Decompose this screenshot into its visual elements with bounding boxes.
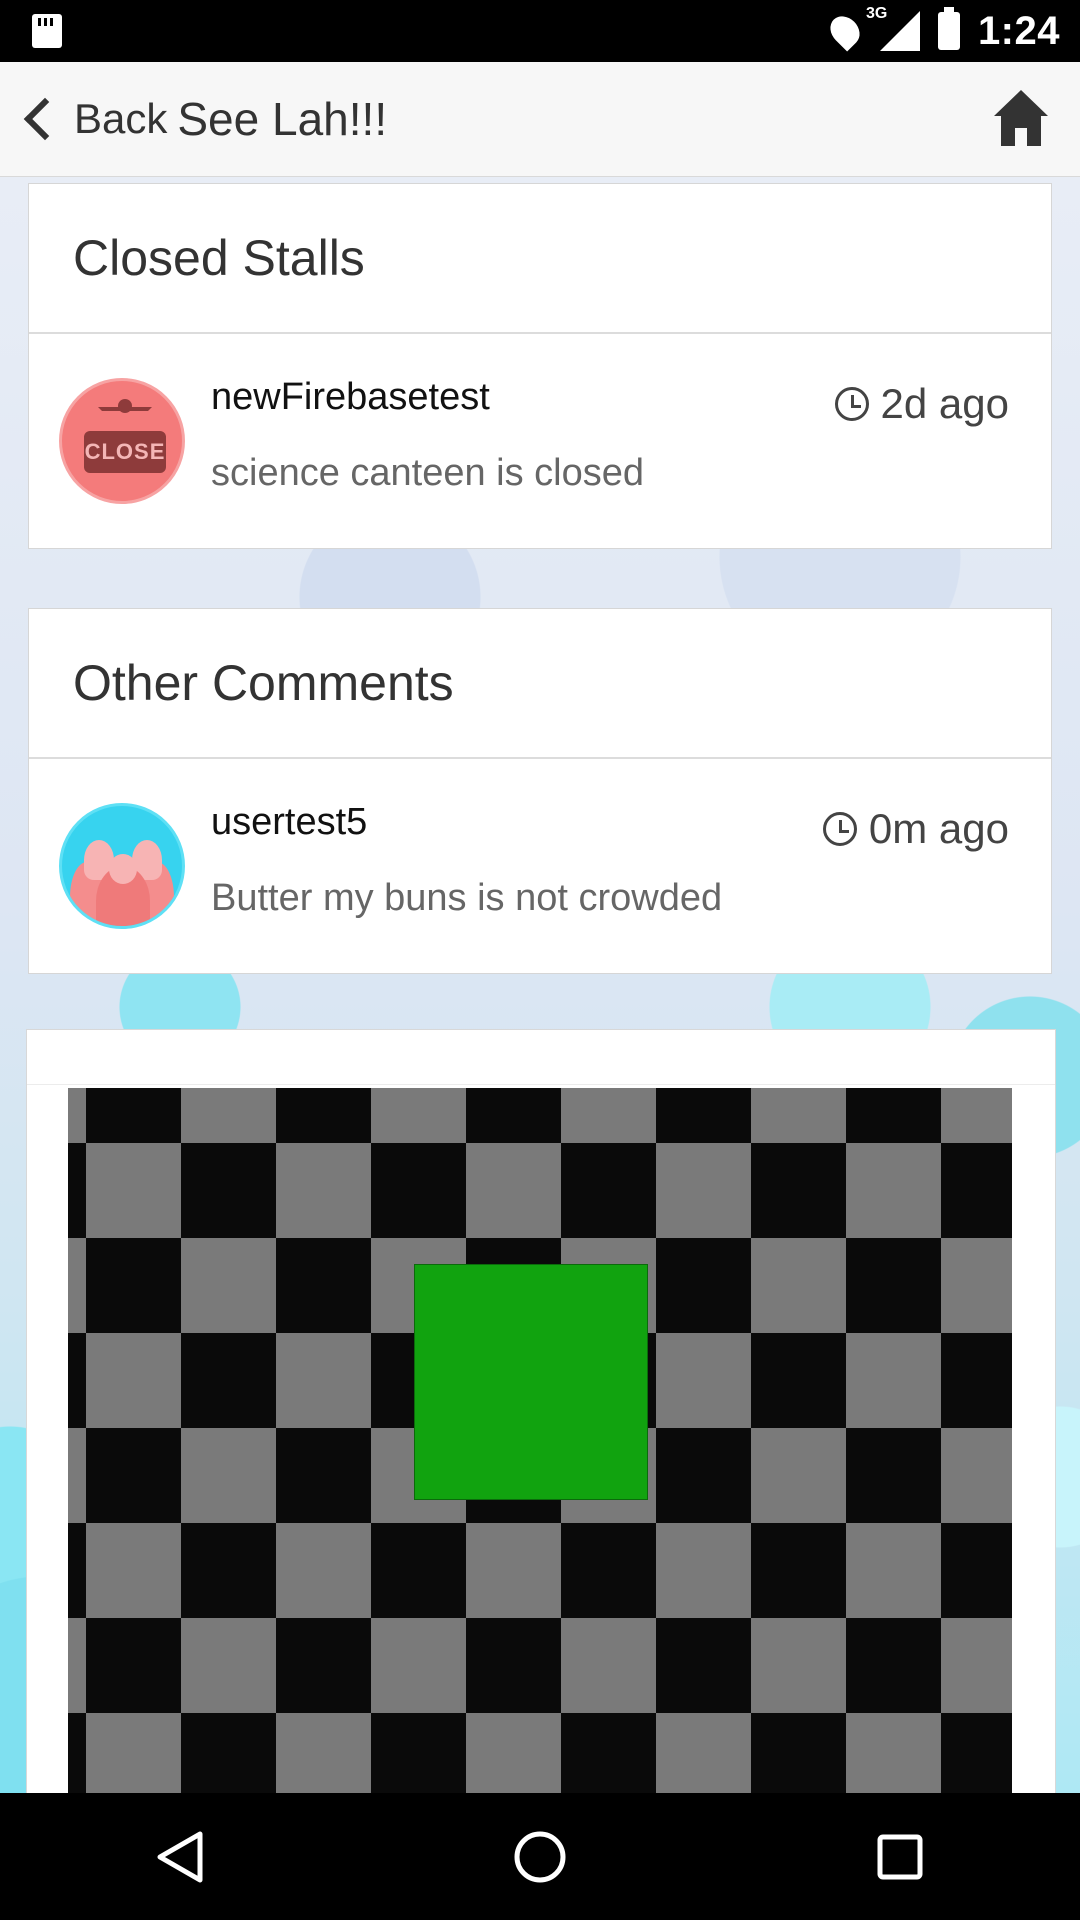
recents-square-icon[interactable] (840, 1797, 960, 1917)
chevron-left-icon (23, 97, 67, 141)
time-ago: 2d ago (880, 380, 1009, 427)
list-item[interactable]: CLOSE newFirebasetest science canteen is… (29, 334, 1051, 548)
battery-icon (937, 7, 960, 50)
message: Butter my buns is not crowded (211, 877, 723, 919)
username: usertest5 (211, 801, 368, 843)
signal-icon: 3G (866, 5, 920, 51)
message: science canteen is closed (211, 452, 645, 494)
home-circle-icon[interactable] (480, 1797, 600, 1917)
avatar (59, 803, 185, 929)
other-comments-card: Other Comments usertest5 Butter my buns … (28, 608, 1052, 974)
list-item[interactable]: usertest5 Butter my buns is not crowded … (29, 759, 1051, 973)
timestamp: 0m ago (822, 805, 1009, 853)
closed-stalls-card: Closed Stalls CLOSE newFirebasetest scie… (28, 183, 1052, 549)
back-button[interactable]: Back (18, 95, 167, 143)
content-area[interactable]: Closed Stalls CLOSE newFirebasetest scie… (0, 177, 1080, 1793)
sign-hook (118, 399, 132, 413)
section-heading: Other Comments (73, 655, 454, 711)
avatar: CLOSE (59, 378, 185, 504)
close-sign-icon: CLOSE (84, 431, 166, 473)
page-title: See Lah!!! (177, 93, 388, 145)
status-bar: 3G 1:24 (0, 0, 1080, 62)
other-comments-header: Other Comments (29, 609, 1051, 759)
time-ago: 0m ago (868, 805, 1009, 852)
navigation-bar (0, 1793, 1080, 1920)
back-triangle-icon[interactable] (120, 1797, 240, 1917)
image-card-header (27, 1030, 1055, 1085)
home-icon[interactable] (992, 88, 1050, 148)
person-head (109, 854, 137, 884)
location-icon (824, 10, 866, 52)
closed-stalls-header: Closed Stalls (29, 184, 1051, 334)
app-bar: Back See Lah!!! (0, 62, 1080, 177)
status-time: 1:24 (977, 8, 1060, 53)
network-type: 3G (865, 5, 888, 22)
sd-card-icon (32, 14, 62, 48)
timestamp: 2d ago (834, 380, 1009, 428)
username: newFirebasetest (211, 376, 490, 418)
green-square (414, 1264, 648, 1500)
back-label: Back (74, 95, 168, 142)
clock-icon (822, 812, 857, 846)
clock-icon (834, 387, 869, 421)
section-heading: Closed Stalls (73, 230, 365, 286)
